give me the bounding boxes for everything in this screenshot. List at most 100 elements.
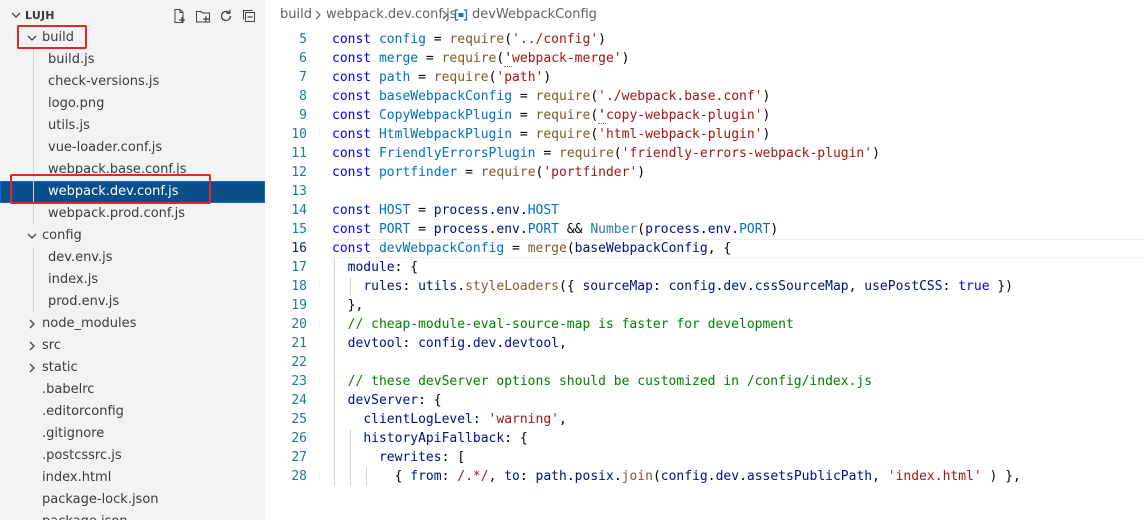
tree-file[interactable]: utils.js xyxy=(0,115,265,137)
code-token: usePostCSS xyxy=(864,279,943,294)
chevron-down-icon[interactable] xyxy=(26,230,38,242)
breadcrumb-item-symbol[interactable]: devWebpackConfig xyxy=(472,7,597,22)
code-token: : { xyxy=(394,260,419,275)
code-line[interactable]: 18 rules: utils.styleLoaders({ sourceMap… xyxy=(265,277,1144,296)
tree-item-label: build xyxy=(42,30,74,45)
chevron-right-icon xyxy=(442,10,448,20)
chevron-right-icon[interactable] xyxy=(26,318,38,330)
tree-file[interactable]: webpack.base.conf.js xyxy=(0,159,265,181)
new-folder-icon[interactable] xyxy=(194,7,212,25)
code-line[interactable]: 9 const CopyWebpackPlugin = require('copy… xyxy=(265,106,1144,125)
code-line[interactable]: 21 devtool: config.dev.devtool, xyxy=(265,334,1144,353)
tree-file[interactable]: dev.env.js xyxy=(0,247,265,269)
chevron-down-icon[interactable] xyxy=(26,32,38,44)
code-line[interactable]: 25 clientLogLevel: 'warning', xyxy=(265,410,1144,429)
code-line[interactable]: 26 historyApiFallback: { xyxy=(265,429,1144,448)
code-line[interactable]: 11 const FriendlyErrorsPlugin = require('… xyxy=(265,144,1144,163)
tree-folder[interactable]: static xyxy=(0,357,265,379)
code-token: devtool xyxy=(504,336,560,351)
tree-item-label: index.js xyxy=(48,272,99,287)
code-line[interactable]: 10 const HtmlWebpackPlugin = require('htm… xyxy=(265,125,1144,144)
tree-file[interactable]: logo.png xyxy=(0,93,265,115)
code-line[interactable]: 20 // cheap-module-eval-source-map is fa… xyxy=(265,315,1144,334)
code-token: CopyWebpackPlugin xyxy=(378,108,513,123)
code-line[interactable]: 6 const merge = require('webpack-merge') xyxy=(265,49,1144,68)
code-token: . xyxy=(457,279,466,294)
code-token: './webpack.base.conf' xyxy=(598,89,763,104)
code-token: require xyxy=(559,146,614,161)
tree-file[interactable]: package-lock.json xyxy=(0,489,265,511)
code-token: : xyxy=(402,336,419,351)
tree-file[interactable]: prod.env.js xyxy=(0,291,265,313)
code-token: , { xyxy=(707,241,732,256)
code-token: devtool xyxy=(347,336,403,351)
tree-file[interactable]: webpack.dev.conf.js xyxy=(0,181,265,203)
code-editor[interactable]: 4const webpack = require('webpack')5cons… xyxy=(265,0,1144,520)
code-line[interactable]: 15 const PORT = process.env.PORT && Numbe… xyxy=(265,220,1144,239)
code-line[interactable]: 5 const config = require('../config') xyxy=(265,30,1144,49)
chevron-right-icon[interactable] xyxy=(26,340,38,352)
code-token: ( xyxy=(613,146,622,161)
explorer-sidebar: LUJH build build.js check-versions.js logo.… xyxy=(0,0,265,520)
code-token: // cheap-module-eval-source-map is faste… xyxy=(347,317,794,332)
code-line[interactable]: 14 const HOST = process.env.HOST xyxy=(265,201,1144,220)
tree-file[interactable]: index.js xyxy=(0,269,265,291)
code-line[interactable]: 27 rewrites: [ xyxy=(265,448,1144,467)
tree-item-label: logo.png xyxy=(48,96,105,111)
code-line[interactable]: 7 const path = require('path') xyxy=(265,68,1144,87)
code-text: const PORT = process.env.PORT && Number(… xyxy=(332,220,778,239)
tree-file[interactable]: .postcssrc.js xyxy=(0,445,265,467)
tree-file[interactable]: build.js xyxy=(0,49,265,71)
code-line[interactable]: 13 xyxy=(265,182,1144,201)
tree-file[interactable]: .editorconfig xyxy=(0,401,265,423)
tree-file[interactable]: .gitignore xyxy=(0,423,265,445)
tree-file[interactable]: .babelrc xyxy=(0,379,265,401)
tree-file[interactable]: package.json xyxy=(0,511,265,520)
tree-item-label: node_modules xyxy=(42,316,137,331)
code-line[interactable]: 28 { from: /.*/, to: path.posix.join(con… xyxy=(265,467,1144,486)
code-token: : { xyxy=(504,431,528,446)
tree-folder[interactable]: config xyxy=(0,225,265,247)
tree-file[interactable]: vue-loader.conf.js xyxy=(0,137,265,159)
code-line[interactable]: 24 devServer: { xyxy=(265,391,1144,410)
new-file-icon[interactable] xyxy=(170,7,188,25)
code-token: = xyxy=(425,32,450,47)
refresh-icon[interactable] xyxy=(217,7,235,25)
chevron-down-icon[interactable] xyxy=(10,9,22,21)
tree-file[interactable]: check-versions.js xyxy=(0,71,265,93)
code-line[interactable]: 17 module: { xyxy=(265,258,1144,277)
code-line[interactable]: 16 const devWebpackConfig = merge(baseWeb… xyxy=(265,239,1144,258)
code-token: = xyxy=(512,108,536,123)
tree-item-label: src xyxy=(42,338,61,353)
breadcrumb-item-file[interactable]: webpack.dev.conf.js xyxy=(326,7,456,22)
code-token: portfinder xyxy=(378,165,458,180)
code-token: , xyxy=(872,469,888,484)
code-token: : xyxy=(519,469,536,484)
code-token: const xyxy=(332,51,379,66)
code-token: : { xyxy=(418,393,442,408)
code-token: 'portfinder' xyxy=(543,165,638,180)
tree-file[interactable]: index.html xyxy=(0,467,265,489)
code-token: : xyxy=(441,469,458,484)
code-token: : [ xyxy=(441,450,466,465)
breadcrumb-item-build[interactable]: build xyxy=(280,7,312,22)
tree-item-label: utils.js xyxy=(48,118,90,133)
code-token: const xyxy=(332,165,379,180)
code-token: require xyxy=(535,127,591,142)
code-line[interactable]: 19 }, xyxy=(265,296,1144,315)
tree-folder[interactable]: build xyxy=(0,27,265,49)
code-line[interactable]: 12 const portfinder = require('portfinder… xyxy=(265,163,1144,182)
code-token: ' xyxy=(504,51,513,67)
tree-folder[interactable]: node_modules xyxy=(0,313,265,335)
chevron-right-icon[interactable] xyxy=(26,362,38,374)
tree-folder[interactable]: src xyxy=(0,335,265,357)
code-line[interactable]: 8 const baseWebpackConfig = require('./we… xyxy=(265,87,1144,106)
code-line[interactable]: 23 // these devServer options should be … xyxy=(265,372,1144,391)
line-number: 18 xyxy=(291,279,307,294)
code-line[interactable]: 22 xyxy=(265,353,1144,372)
tree-file[interactable]: webpack.prod.conf.js xyxy=(0,203,265,225)
collapse-all-icon[interactable] xyxy=(240,7,258,25)
code-token: ) xyxy=(872,146,880,161)
code-token: const xyxy=(332,203,379,218)
